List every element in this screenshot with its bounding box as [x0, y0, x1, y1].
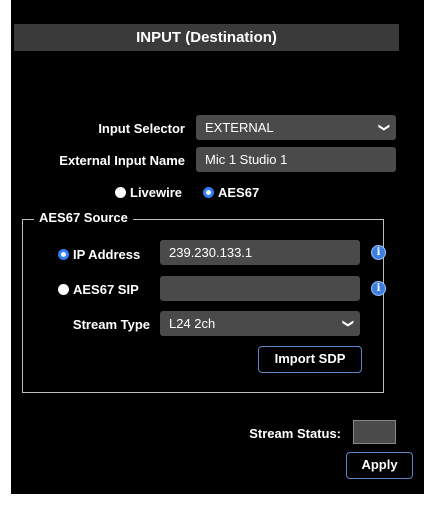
- external-input-name-field[interactable]: Mic 1 Studio 1: [196, 147, 396, 172]
- input-selector-select[interactable]: EXTERNAL ❯: [196, 115, 396, 140]
- stream-status-indicator: [353, 420, 396, 444]
- stream-type-label: Stream Type: [72, 317, 150, 332]
- external-input-name-value: Mic 1 Studio 1: [205, 152, 288, 167]
- stream-type-value: L24 2ch: [169, 316, 216, 331]
- info-icon[interactable]: i: [371, 245, 386, 260]
- import-sdp-button[interactable]: Import SDP: [258, 346, 362, 373]
- chevron-down-icon: ❯: [377, 122, 390, 133]
- info-icon[interactable]: i: [371, 281, 386, 296]
- aes67-sip-radio[interactable]: [58, 284, 69, 295]
- aes67-radio[interactable]: [203, 187, 214, 198]
- aes67-label: AES67: [218, 185, 260, 200]
- input-selector-label: Input Selector: [98, 121, 185, 136]
- input-selector-value: EXTERNAL: [205, 120, 274, 135]
- aes67-sip-label: AES67 SIP: [73, 282, 139, 297]
- stream-type-select[interactable]: L24 2ch ❯: [160, 311, 360, 336]
- stream-status-label: Stream Status:: [249, 426, 341, 441]
- ip-address-radio[interactable]: [58, 249, 69, 260]
- aes67-sip-field[interactable]: [160, 276, 360, 301]
- panel-title: INPUT (Destination): [14, 24, 399, 51]
- livewire-label: Livewire: [130, 185, 183, 200]
- external-input-name-label: External Input Name: [59, 153, 185, 168]
- livewire-radio[interactable]: [115, 187, 126, 198]
- apply-button[interactable]: Apply: [346, 452, 413, 479]
- ip-address-field[interactable]: 239.230.133.1: [160, 240, 360, 265]
- chevron-down-icon: ❯: [341, 318, 354, 329]
- ip-address-value: 239.230.133.1: [169, 245, 253, 260]
- ip-address-label: IP Address: [73, 247, 141, 262]
- aes67-source-legend: AES67 Source: [34, 210, 133, 225]
